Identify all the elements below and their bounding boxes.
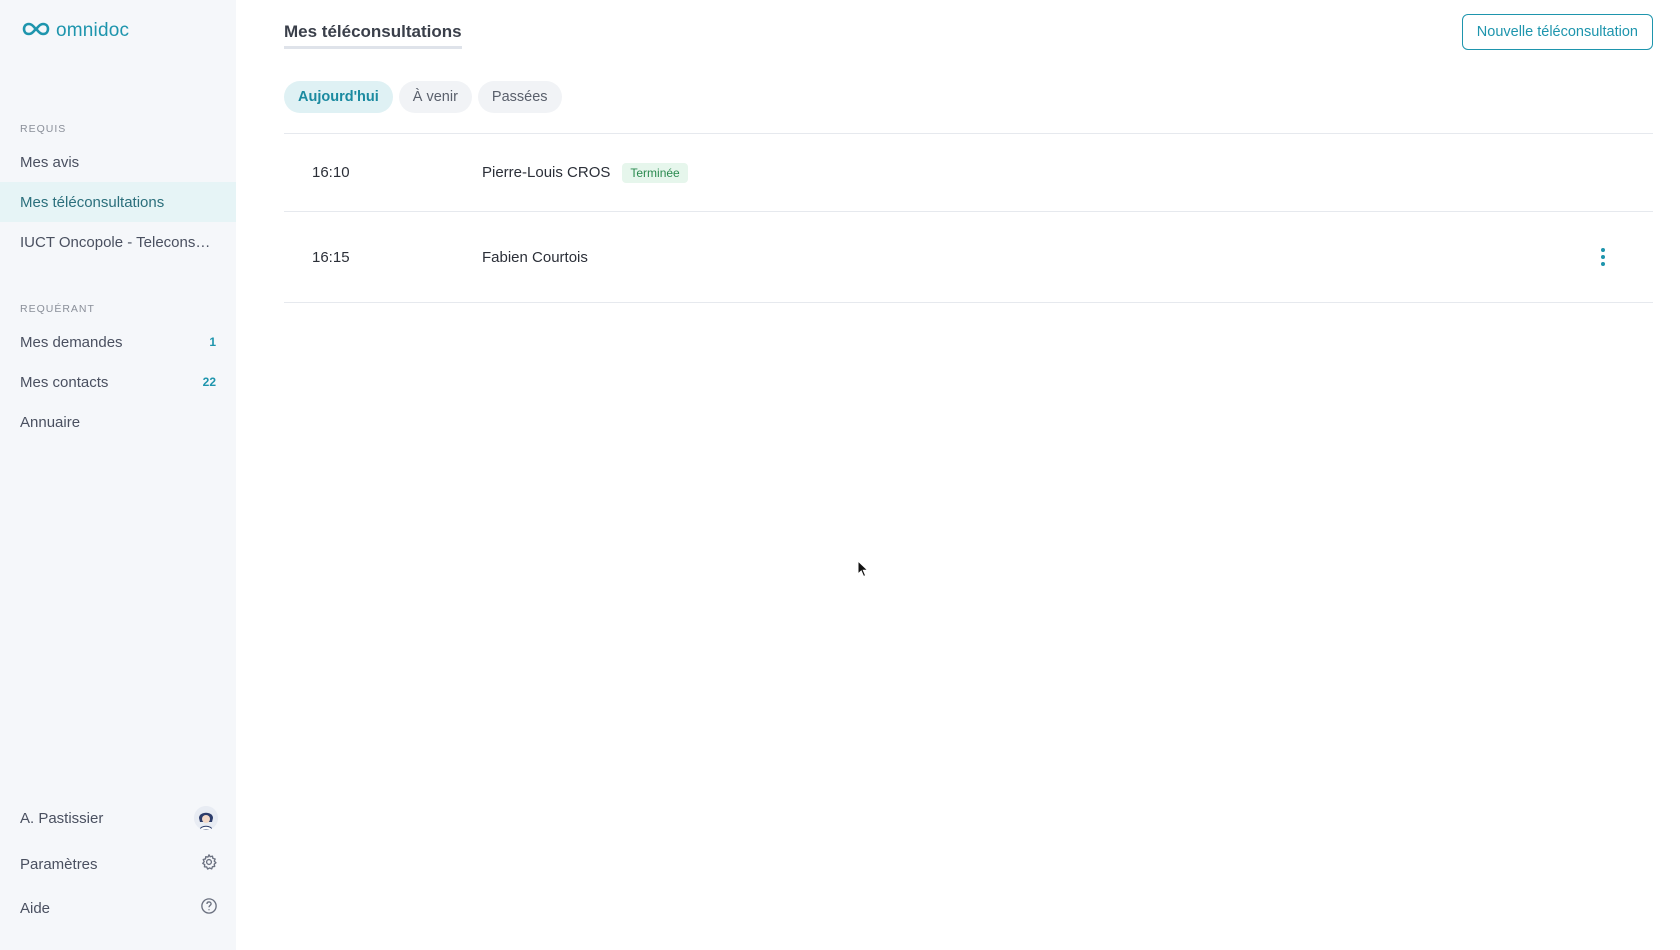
user-menu[interactable]: A. Pastissier <box>0 800 236 836</box>
status-badge: Terminée <box>622 162 688 183</box>
main-content: Mes téléconsultations Nouvelle téléconsu… <box>236 0 1680 950</box>
count-badge: 22 <box>202 375 216 389</box>
help-link[interactable]: Aide <box>0 890 236 926</box>
settings-link[interactable]: Paramètres <box>0 846 236 882</box>
sidebar-item-label: Mes demandes <box>20 333 123 351</box>
sidebar-item-label: IUCT Oncopole - Teleconsult... <box>20 233 216 251</box>
new-teleconsultation-button[interactable]: Nouvelle téléconsultation <box>1461 14 1653 50</box>
tab-aujourdhui[interactable]: Aujourd'hui <box>284 81 393 113</box>
tab-passees[interactable]: Passées <box>477 81 562 113</box>
sidebar-item-label: Mes téléconsultations <box>20 193 165 211</box>
tab-bar: Aujourd'hui À venir Passées <box>284 81 562 113</box>
patient-name: Fabien Courtois <box>482 248 588 266</box>
patient-name: Pierre-Louis CROS <box>482 164 611 181</box>
brand-logo[interactable]: omnidoc <box>22 20 129 42</box>
list-item[interactable]: 16:15 Fabien Courtois <box>284 212 1653 303</box>
sidebar-item-label: Mes avis <box>20 153 80 171</box>
infinity-logo-icon <box>22 21 50 42</box>
patient-cell: Pierre-Louis CROS Terminée <box>482 162 688 183</box>
sidebar-item-annuaire[interactable]: Annuaire <box>0 402 236 442</box>
count-badge: 1 <box>209 335 216 349</box>
sidebar-item-mes-contacts[interactable]: Mes contacts 22 <box>0 362 236 402</box>
list-item[interactable]: 16:10 Pierre-Louis CROS Terminée <box>284 134 1653 212</box>
page-title: Mes téléconsultations <box>284 22 462 49</box>
tab-a-venir[interactable]: À venir <box>398 81 472 113</box>
appointment-time: 16:10 <box>312 164 350 181</box>
help-circle-icon <box>200 897 218 919</box>
teleconsultation-list: 16:10 Pierre-Louis CROS Terminée 16:15 F… <box>284 133 1653 303</box>
more-options-icon[interactable] <box>1593 243 1613 271</box>
help-label: Aide <box>20 899 51 917</box>
brand-name: omnidoc <box>56 20 130 41</box>
sidebar-item-label: Mes contacts <box>20 373 109 391</box>
sidebar-item-mes-demandes[interactable]: Mes demandes 1 <box>0 322 236 362</box>
avatar-icon <box>194 806 218 830</box>
section-label-requis: REQUIS <box>20 123 67 135</box>
user-name: A. Pastissier <box>20 809 104 827</box>
sidebar-item-iuct-oncopole[interactable]: IUCT Oncopole - Teleconsult... <box>0 222 236 262</box>
patient-cell: Fabien Courtois <box>482 249 588 266</box>
gear-icon <box>200 853 218 875</box>
sidebar-item-mes-teleconsultations[interactable]: Mes téléconsultations <box>0 182 236 222</box>
section-label-requerant: REQUÉRANT <box>20 303 95 315</box>
appointment-time: 16:15 <box>312 248 350 266</box>
sidebar-item-mes-avis[interactable]: Mes avis <box>0 142 236 182</box>
settings-label: Paramètres <box>20 855 98 873</box>
sidebar: omnidoc REQUIS Mes avis Mes téléconsulta… <box>0 0 236 950</box>
mouse-cursor-icon <box>857 559 869 583</box>
sidebar-item-label: Annuaire <box>20 413 81 431</box>
